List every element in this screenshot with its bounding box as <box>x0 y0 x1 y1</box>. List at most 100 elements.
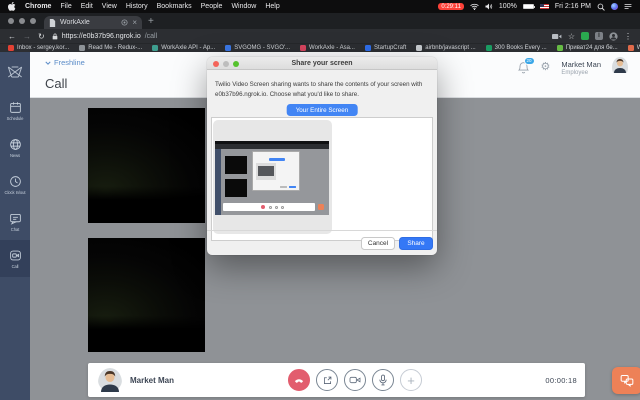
siri-icon[interactable] <box>611 3 618 10</box>
volume-icon[interactable] <box>485 3 493 10</box>
wifi-icon[interactable] <box>470 3 479 10</box>
screen-thumbnail-tile[interactable] <box>213 120 332 234</box>
bookmark-item[interactable]: WorkAxle <box>628 45 640 51</box>
cancel-button[interactable]: Cancel <box>361 237 395 250</box>
camera-icon <box>349 375 361 385</box>
tab-workaxle[interactable]: WorkAxle × <box>44 16 142 29</box>
chevron-down-icon <box>45 61 51 65</box>
browser-menu-icon[interactable]: ⋮ <box>624 32 632 41</box>
spotlight-search-icon[interactable] <box>597 3 605 11</box>
new-tab-button[interactable]: + <box>142 16 162 29</box>
user-role: Employee <box>561 70 601 76</box>
globe-icon <box>9 138 22 151</box>
dialog-title: Share your screen <box>291 60 352 67</box>
bookmark-favicon <box>79 45 85 51</box>
extension-icon-gray[interactable]: I <box>595 32 603 40</box>
calendar-icon <box>9 101 22 114</box>
bookmark-item[interactable]: Read Me - Redux-... <box>79 45 142 51</box>
add-participant-button[interactable]: + <box>400 369 422 391</box>
sidebar-item-call[interactable]: Call <box>0 240 30 277</box>
bookmark-item[interactable]: Приват24 для бе... <box>557 45 618 51</box>
entire-screen-button[interactable]: Your Entire Screen <box>287 104 358 116</box>
menu-edit[interactable]: Edit <box>81 3 93 10</box>
preview-dialog <box>252 151 300 191</box>
menu-history[interactable]: History <box>126 3 148 10</box>
share-screen-icon <box>322 375 333 386</box>
notifications-button[interactable]: 20 <box>517 61 530 75</box>
sidebar-item-news[interactable]: News <box>0 129 30 166</box>
bookmark-item[interactable]: StartupCraft <box>365 45 406 51</box>
menu-people[interactable]: People <box>201 3 223 10</box>
media-camera-indicator-icon[interactable] <box>552 33 562 40</box>
workaxle-logo-icon[interactable] <box>0 52 30 92</box>
sidebar-item-clock-in-out[interactable]: Clock In/out <box>0 166 30 203</box>
bookmark-item[interactable]: airbnb/javascript ... <box>416 45 475 51</box>
bookmark-favicon <box>365 45 371 51</box>
camera-toggle-button[interactable] <box>344 369 366 391</box>
chat-bubble-icon <box>9 212 22 225</box>
screen-share-button[interactable] <box>316 369 338 391</box>
dialog-zoom-button[interactable] <box>233 61 239 67</box>
user-avatar[interactable] <box>612 57 628 78</box>
dialog-title-bar: Share your screen <box>207 57 437 70</box>
menu-view[interactable]: View <box>102 3 117 10</box>
menu-help[interactable]: Help <box>265 3 279 10</box>
back-icon[interactable]: ← <box>8 32 16 41</box>
share-button[interactable]: Share <box>399 237 433 250</box>
user-info[interactable]: Market Man Employee <box>561 60 601 76</box>
bookmark-item[interactable]: Inbox - sergey.kor... <box>8 45 69 51</box>
bookmark-item[interactable]: WorkAxle - Asa... <box>300 45 355 51</box>
window-minimize-button[interactable] <box>19 18 25 24</box>
bookmark-favicon <box>300 45 306 51</box>
input-language-flag-icon[interactable] <box>540 4 549 10</box>
call-timer: 00:00:18 <box>545 376 577 385</box>
bookmark-item[interactable]: 300 Books Every ... <box>486 45 547 51</box>
apple-menu-icon[interactable] <box>8 2 16 11</box>
menu-chrome[interactable]: Chrome <box>25 3 51 10</box>
menu-bookmarks[interactable]: Bookmarks <box>157 3 192 10</box>
menu-file[interactable]: File <box>60 3 71 10</box>
address-bar[interactable]: https://e0b37b96.ngrok.io/call <box>52 33 545 40</box>
browser-tab-strip: WorkAxle × + <box>0 13 640 29</box>
app-sidebar: Schedule News Clock In/out Chat Call <box>0 52 30 400</box>
bookmark-favicon <box>416 45 422 51</box>
sidebar-item-chat[interactable]: Chat <box>0 203 30 240</box>
menu-window[interactable]: Window <box>231 3 256 10</box>
hangup-button[interactable] <box>288 369 310 391</box>
extension-icon-green[interactable] <box>581 32 589 40</box>
breadcrumb[interactable]: Freshline <box>45 58 85 67</box>
macos-menu-bar: Chrome File Edit View History Bookmarks … <box>0 0 640 13</box>
window-controls <box>0 18 44 29</box>
window-close-button[interactable] <box>8 18 14 24</box>
bookmark-item[interactable]: WorkAxle API - Ap... <box>152 45 215 51</box>
microphone-icon <box>378 374 388 386</box>
profile-avatar-icon[interactable] <box>609 32 618 41</box>
toolbar-right-icons: ☆ I ⋮ <box>552 32 632 41</box>
bookmark-favicon <box>628 45 634 51</box>
screen-recording-timer[interactable]: 0:29:11 <box>438 3 464 10</box>
mic-toggle-button[interactable] <box>372 369 394 391</box>
window-zoom-button[interactable] <box>30 18 36 24</box>
dialog-minimize-button <box>223 61 229 67</box>
participant-avatar <box>98 368 122 397</box>
tab-close-icon[interactable]: × <box>132 19 137 27</box>
screen-thumbnail-preview <box>215 141 329 215</box>
preview-sidebar <box>215 149 221 215</box>
bookmark-star-icon[interactable]: ☆ <box>568 32 575 41</box>
chat-fab-button[interactable] <box>612 367 640 394</box>
preview-browser-chrome <box>215 144 329 149</box>
share-screen-dialog: Share your screen Twilio Video Screen sh… <box>207 57 437 255</box>
reload-icon[interactable]: ↻ <box>38 32 45 41</box>
battery-icon[interactable] <box>523 4 534 10</box>
settings-gear-icon[interactable]: ⚙ <box>541 62 551 73</box>
dialog-close-button[interactable] <box>213 61 219 67</box>
forward-icon[interactable]: → <box>23 32 31 41</box>
bookmark-favicon <box>557 45 563 51</box>
preview-callbar <box>223 203 315 211</box>
call-control-bar: Market Man + 00:00:18 <box>88 363 585 397</box>
bookmark-item[interactable]: SVGOMG - SVGO'... <box>225 45 290 51</box>
lock-icon <box>52 33 58 40</box>
notification-center-icon[interactable] <box>624 3 632 10</box>
menubar-clock[interactable]: Fri 2:16 PM <box>555 3 591 10</box>
sidebar-item-schedule[interactable]: Schedule <box>0 92 30 129</box>
